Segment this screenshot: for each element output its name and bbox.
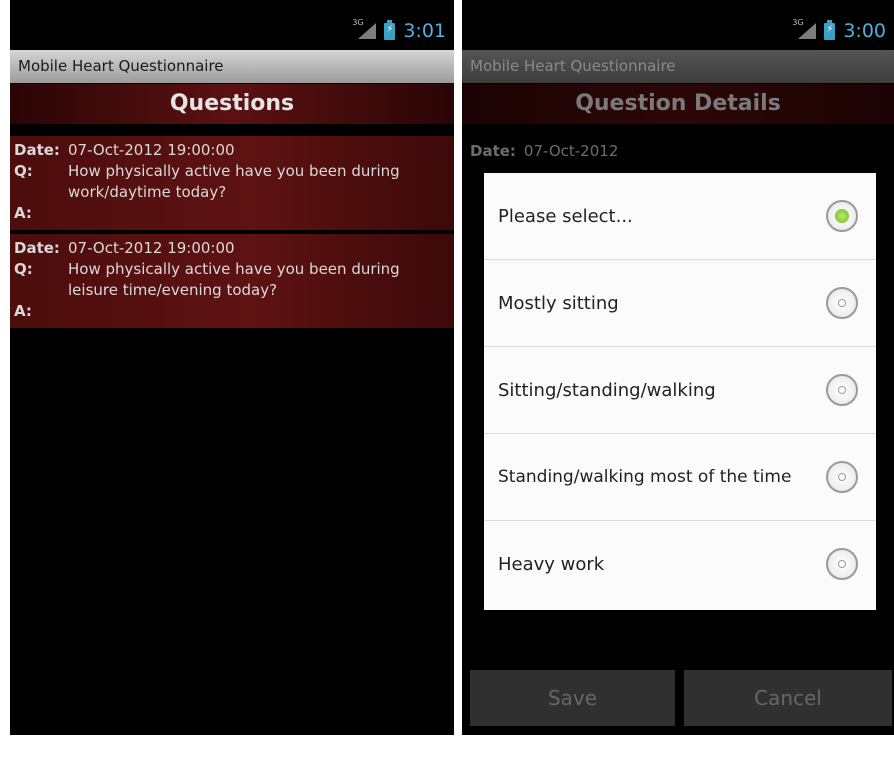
- option-mostly-sitting[interactable]: Mostly sitting: [484, 260, 876, 347]
- app-title: Mobile Heart Questionnaire: [462, 50, 894, 83]
- answer-options-dialog: Please select... Mostly sitting Sitting/…: [484, 173, 876, 610]
- radio-button-icon[interactable]: [826, 461, 858, 493]
- question-text: How physically active have you been duri…: [68, 162, 400, 201]
- option-label: Sitting/standing/walking: [498, 379, 716, 401]
- details-date: Date: 07-Oct-2012: [470, 142, 618, 160]
- date-value: 07-Oct-2012 19:00:00: [68, 141, 235, 159]
- questions-screen: 3G 3:01 Mobile Heart Questionnaire Quest…: [10, 0, 454, 735]
- app-title: Mobile Heart Questionnaire: [10, 50, 454, 83]
- battery-icon: [824, 19, 836, 40]
- option-standing-walking[interactable]: Standing/walking most of the time: [484, 434, 876, 521]
- answer-label: A:: [14, 204, 32, 222]
- question-label: Q:: [14, 260, 33, 278]
- answer-text: [68, 301, 448, 322]
- page-title: Questions: [10, 84, 454, 124]
- option-label: Mostly sitting: [498, 292, 619, 314]
- radio-button-selected-icon[interactable]: [826, 200, 858, 232]
- option-sitting-standing-walking[interactable]: Sitting/standing/walking: [484, 347, 876, 434]
- question-details-screen: 3G 3:00 Mobile Heart Questionnaire Quest…: [462, 0, 894, 735]
- signal-icon: 3G: [792, 18, 817, 39]
- date-value: 07-Oct-2012 19:00:00: [68, 239, 235, 257]
- question-label: Q:: [14, 162, 33, 180]
- battery-icon: [384, 19, 396, 40]
- date-label: Date:: [14, 239, 60, 257]
- page-title: Question Details: [462, 84, 894, 124]
- answer-text: [68, 203, 448, 224]
- option-label: Standing/walking most of the time: [498, 467, 792, 487]
- date-label: Date:: [14, 141, 60, 159]
- signal-icon: 3G: [352, 18, 377, 39]
- option-please-select[interactable]: Please select...: [484, 173, 876, 260]
- date-label: Date:: [470, 142, 516, 160]
- cancel-button[interactable]: Cancel: [684, 670, 892, 726]
- list-item[interactable]: Date: 07-Oct-2012 19:00:00 Q: How physical…: [10, 234, 454, 328]
- status-clock: 3:01: [403, 20, 446, 42]
- option-heavy-work[interactable]: Heavy work: [484, 521, 876, 608]
- status-clock: 3:00: [843, 20, 886, 42]
- status-bar: 3G 3:01: [10, 0, 454, 48]
- option-label: Please select...: [498, 205, 633, 227]
- option-label: Heavy work: [498, 554, 605, 575]
- save-button[interactable]: Save: [470, 670, 675, 726]
- status-bar: 3G 3:00: [462, 0, 894, 48]
- answer-label: A:: [14, 302, 32, 320]
- radio-button-icon[interactable]: [826, 287, 858, 319]
- question-text: How physically active have you been duri…: [68, 260, 400, 299]
- radio-button-icon[interactable]: [826, 548, 858, 580]
- date-value: 07-Oct-2012: [523, 142, 619, 160]
- list-item[interactable]: Date: 07-Oct-2012 19:00:00 Q: How physical…: [10, 136, 454, 230]
- radio-button-icon[interactable]: [826, 374, 858, 406]
- question-list: Date: 07-Oct-2012 19:00:00 Q: How physical…: [10, 136, 454, 332]
